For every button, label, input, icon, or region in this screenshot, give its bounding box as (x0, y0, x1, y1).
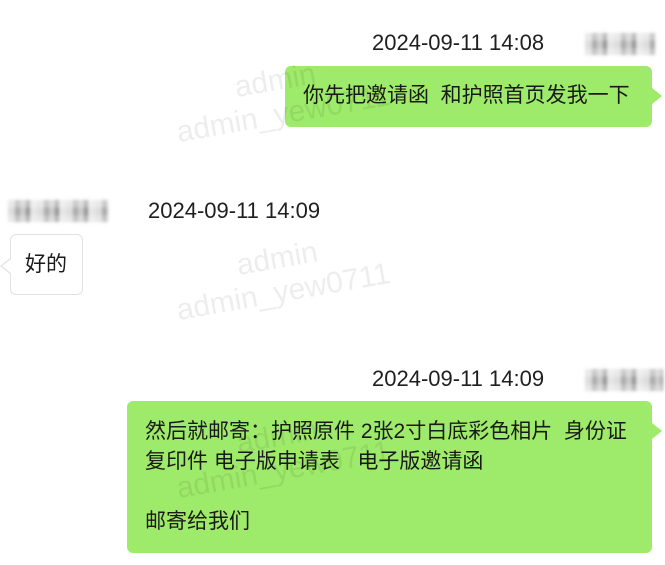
message-line: 你先把邀请函 和护照首页发我一下 (303, 84, 630, 107)
watermark-text: admin_yew0711 (174, 256, 393, 328)
sender-name-redacted (8, 200, 108, 222)
outgoing-message-bubble[interactable]: 然后就邮寄：护照原件 2张2寸白底彩色相片 身份证 复印件 电子版申请表 电子版… (127, 401, 662, 553)
message-line-blank (145, 477, 634, 507)
message-line: 然后就邮寄：护照原件 2张2寸白底彩色相片 身份证 (145, 420, 627, 443)
outgoing-message-bubble[interactable]: 你先把邀请函 和护照首页发我一下 (285, 66, 662, 127)
bubble-tail-fill (2, 259, 11, 273)
bubble-tail (652, 88, 662, 104)
message-text: 你先把邀请函 和护照首页发我一下 (285, 66, 652, 127)
message-line: 邮寄给我们 (145, 510, 250, 533)
message-timestamp: 2024-09-11 14:09 (148, 198, 321, 223)
message-line: 好的 (25, 253, 67, 276)
message-line: 复印件 电子版申请表 电子版邀请函 (145, 450, 484, 473)
message-text: 好的 (11, 235, 82, 294)
incoming-message-bubble[interactable]: 好的 (0, 234, 83, 295)
message-text: 然后就邮寄：护照原件 2张2寸白底彩色相片 身份证 复印件 电子版申请表 电子版… (127, 401, 652, 553)
message-timestamp: 2024-09-11 14:08 (372, 30, 545, 55)
sender-name-redacted (585, 33, 655, 55)
sender-name-redacted (585, 369, 663, 391)
watermark-text: admin (234, 235, 321, 283)
bubble-tail (652, 423, 662, 439)
chat-message-list: 2024-09-11 14:08 你先把邀请函 和护照首页发我一下 2024-0… (0, 0, 665, 565)
message-timestamp: 2024-09-11 14:09 (372, 366, 545, 391)
